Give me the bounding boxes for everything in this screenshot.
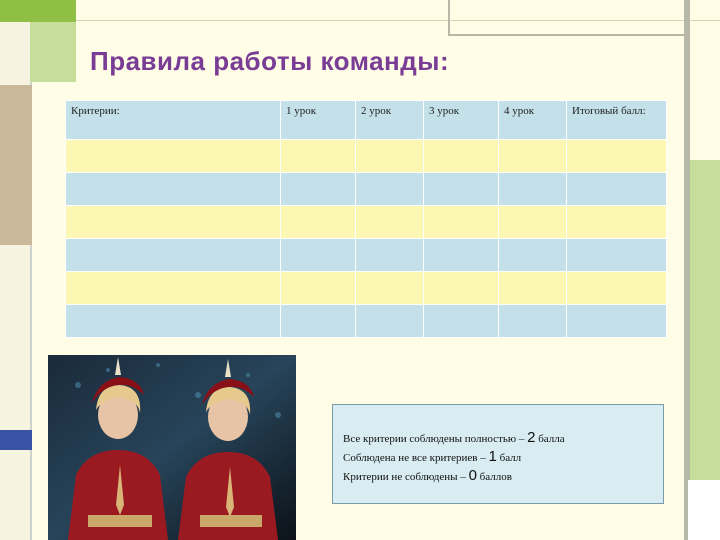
table-cell[interactable]: [355, 271, 424, 305]
table-cell[interactable]: [355, 304, 424, 338]
table-cell[interactable]: [65, 304, 281, 338]
children-photo-image: [48, 355, 296, 540]
table-row: [65, 205, 667, 239]
table-cell[interactable]: [65, 205, 281, 239]
table-cell[interactable]: [65, 238, 281, 272]
table-cell[interactable]: [498, 205, 567, 239]
table-cell[interactable]: [355, 139, 424, 173]
table-cell[interactable]: [423, 172, 499, 206]
table-row: [65, 238, 667, 272]
table-row: [65, 139, 667, 173]
table-row: [65, 304, 667, 338]
column-header-criteria: Критерии:: [65, 100, 281, 140]
table-cell[interactable]: [65, 172, 281, 206]
children-photo: [48, 355, 296, 540]
top-right-frame: [448, 0, 690, 36]
column-header-lesson-1: 1 урок: [280, 100, 356, 140]
score-line-none: Критерии не соблюдены – 0 баллов: [343, 467, 653, 486]
table-cell[interactable]: [423, 139, 499, 173]
column-header-total: Итоговый балл:: [566, 100, 667, 140]
table-cell[interactable]: [423, 238, 499, 272]
table-body: [65, 139, 667, 338]
table-cell[interactable]: [498, 304, 567, 338]
table-cell[interactable]: [498, 238, 567, 272]
table-cell[interactable]: [498, 139, 567, 173]
table-cell[interactable]: [566, 205, 667, 239]
left-edge-panel: [0, 0, 32, 540]
score-value: 1: [488, 448, 497, 465]
table-cell[interactable]: [280, 172, 356, 206]
table-cell[interactable]: [566, 271, 667, 305]
table-cell[interactable]: [423, 271, 499, 305]
table-cell[interactable]: [566, 304, 667, 338]
table-cell[interactable]: [498, 172, 567, 206]
column-header-lesson-4: 4 урок: [498, 100, 567, 140]
table-cell[interactable]: [498, 271, 567, 305]
table-cell[interactable]: [280, 238, 356, 272]
table-cell[interactable]: [566, 238, 667, 272]
table-row: [65, 271, 667, 305]
column-header-lesson-3: 3 урок: [423, 100, 499, 140]
title-accent-frame: [30, 20, 76, 82]
table-cell[interactable]: [355, 205, 424, 239]
table-cell[interactable]: [280, 304, 356, 338]
score-unit: балла: [535, 433, 565, 445]
table-cell[interactable]: [280, 271, 356, 305]
criteria-table: Критерии: 1 урок 2 урок 3 урок 4 урок Ит…: [65, 100, 667, 338]
score-text: Соблюдена не все критериев –: [343, 452, 489, 464]
score-line-full: Все критерии соблюдены полностью – 2 бал…: [343, 429, 653, 448]
left-edge-tan-block: [0, 85, 32, 245]
score-line-partial: Соблюдена не все критериев – 1 балл: [343, 448, 653, 467]
table-cell[interactable]: [280, 205, 356, 239]
left-edge-blue-block: [0, 430, 32, 450]
table-cell[interactable]: [65, 139, 281, 173]
column-header-lesson-2: 2 урок: [355, 100, 424, 140]
score-text: Критерии не соблюдены –: [343, 471, 469, 483]
table-cell[interactable]: [355, 238, 424, 272]
score-unit: баллов: [476, 471, 512, 483]
top-green-tab: [0, 0, 76, 22]
table-row: [65, 172, 667, 206]
table-cell[interactable]: [355, 172, 424, 206]
table-cell[interactable]: [65, 271, 281, 305]
page-title: Правила работы команды:: [90, 46, 450, 76]
score-unit: балл: [496, 452, 522, 464]
bottom-right-block: [688, 480, 720, 540]
score-text: Все критерии соблюдены полностью –: [343, 433, 528, 445]
table-cell[interactable]: [566, 139, 667, 173]
scoring-legend: Все критерии соблюдены полностью – 2 бал…: [332, 404, 664, 504]
table-cell[interactable]: [280, 139, 356, 173]
table-cell[interactable]: [423, 205, 499, 239]
score-value: 0: [468, 467, 477, 484]
table-cell[interactable]: [566, 172, 667, 206]
table-cell[interactable]: [423, 304, 499, 338]
table-header-row: Критерии: 1 урок 2 урок 3 урок 4 урок Ит…: [65, 100, 667, 140]
